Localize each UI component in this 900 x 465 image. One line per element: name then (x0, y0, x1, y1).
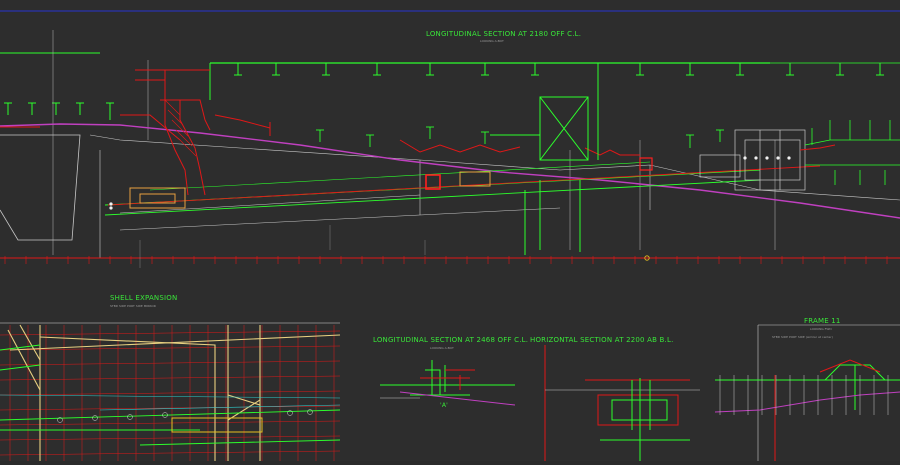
shell-expansion-title: SHELL EXPANSION (110, 294, 178, 302)
main-section-title: LONGITUDINAL SECTION AT 2180 OFF C.L. (426, 30, 582, 38)
main-longitudinal-section[interactable] (0, 30, 900, 268)
section-marker-a: 'A' (440, 402, 449, 409)
longitudinal-section-2468-view[interactable] (380, 360, 516, 406)
horizontal-section-title: HORIZONTAL SECTION AT 2200 AB B.L. (530, 336, 674, 344)
frame-11-view[interactable] (714, 324, 900, 461)
shell-expansion-subtitle: STBD SIDE PORT SIDE MIRROR (110, 304, 156, 308)
longitudinal-2468-subtitle: LOOKING A.BOT (430, 346, 454, 350)
shell-expansion-view[interactable] (0, 322, 341, 461)
frame-11-subtitle: LOOKING FWD (810, 327, 832, 331)
frame-11-subtitle-2: STBD SIDE PORT SIDE (similar at center) (772, 335, 833, 339)
frame-11-title: FRAME 11 (804, 317, 841, 325)
cad-drawing[interactable] (0, 0, 900, 461)
horizontal-section-view[interactable] (544, 345, 700, 461)
longitudinal-2468-title: LONGITUDINAL SECTION AT 2468 OFF C.L. (373, 336, 529, 344)
main-section-subtitle: LOOKING A.BOT (480, 39, 504, 43)
cad-drawing-canvas[interactable]: LONGITUDINAL SECTION AT 2180 OFF C.L. LO… (0, 0, 900, 461)
